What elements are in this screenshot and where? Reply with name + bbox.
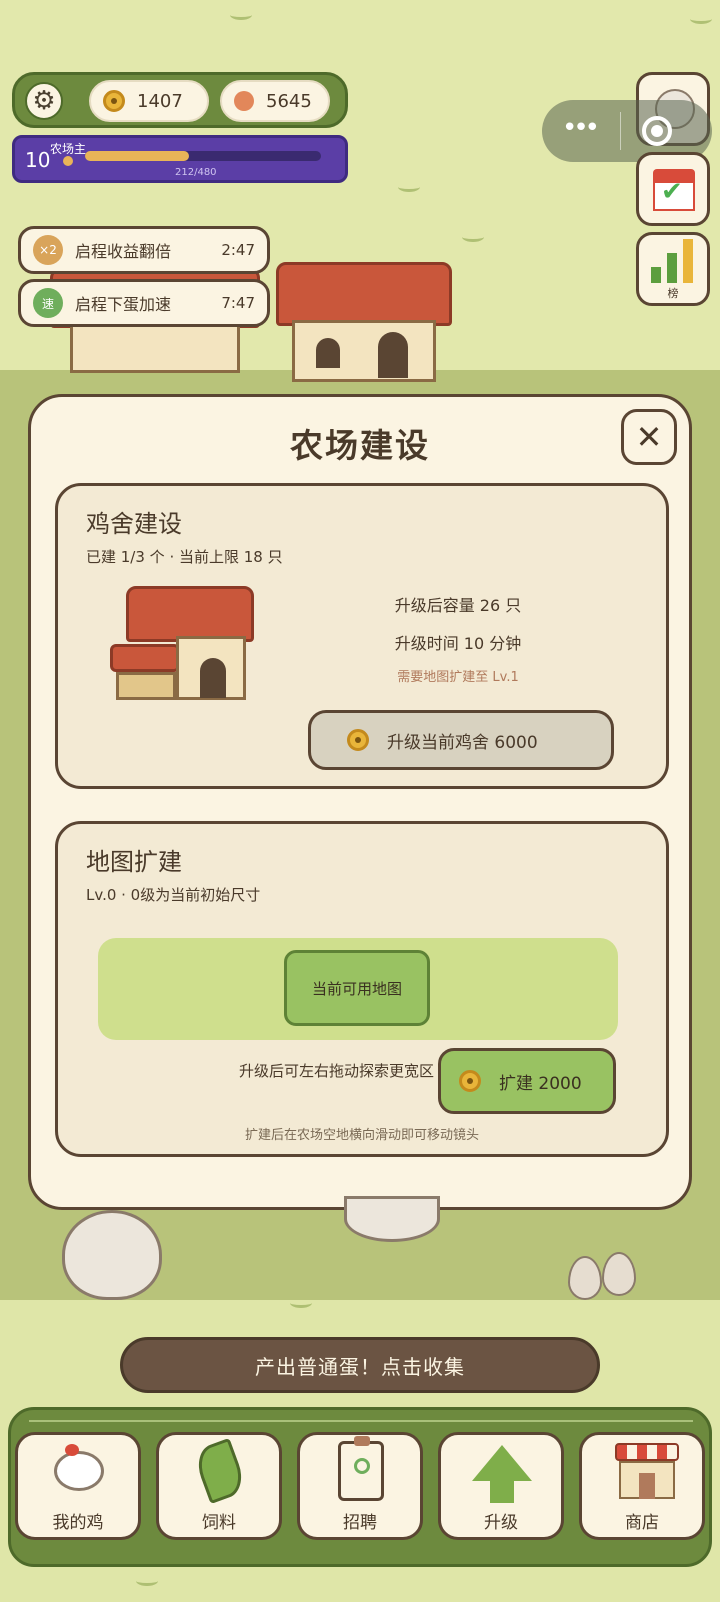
coin-icon <box>459 1070 481 1092</box>
coin-icon <box>103 90 125 112</box>
xp-dot-icon <box>63 156 73 166</box>
nav-label: 商店 <box>625 1513 659 1533</box>
gem-icon <box>234 91 254 111</box>
speed-badge-icon: 速 <box>33 288 63 318</box>
level-number: 10 <box>25 148 51 172</box>
badge-icon <box>333 1436 389 1501</box>
buff-label: 启程下蛋加速 <box>75 295 172 314</box>
card-heading: 地图扩建 <box>86 848 182 876</box>
coop-illustration <box>110 586 260 706</box>
grass-decoration <box>462 232 484 242</box>
leaderboard-label: 榜 <box>667 287 679 300</box>
level-title: 农场主 <box>50 142 87 156</box>
buff-double-income[interactable]: ×2 启程收益翻倍 2:47 <box>18 226 270 274</box>
coin-counter: 1407 <box>89 80 209 122</box>
gem-amount: 5645 <box>266 90 312 112</box>
upgrade-time: 升级时间 10 分钟 <box>394 634 522 653</box>
xp-text: 212/480 <box>175 167 217 178</box>
check-icon: ✔ <box>661 177 683 207</box>
background-coop[interactable] <box>276 262 452 392</box>
farm-build-dialog: 农场建设 ✕ 鸡舍建设 已建 1/3 个 · 当前上限 18 只 升级后容量 2… <box>28 394 692 1210</box>
map-preview: 当前可用地图 <box>98 938 618 1040</box>
buff-speed-laying[interactable]: 速 启程下蛋加速 7:47 <box>18 279 270 327</box>
upgrade-requirement: 需要地图扩建至 Lv.1 <box>397 670 519 685</box>
expand-map-button[interactable]: 扩建 2000 <box>438 1048 616 1114</box>
xp-progress-track <box>85 151 321 161</box>
rank-bar-icon <box>651 267 661 283</box>
nav-my-chickens[interactable]: 我的鸡 <box>15 1432 141 1540</box>
nav-label: 饲料 <box>202 1513 236 1533</box>
nav-label: 招聘 <box>343 1513 377 1533</box>
coin-amount: 1407 <box>137 90 183 112</box>
chicken[interactable] <box>62 1210 162 1300</box>
leaderboard-button[interactable]: 榜 <box>636 232 710 306</box>
bottom-nav: 我的鸡 饲料 招聘 升级 商店 <box>8 1407 712 1567</box>
nav-label: 升级 <box>484 1513 518 1533</box>
coin-icon <box>347 729 369 751</box>
expand-hint: 升级后可左右拖动探索更宽区 <box>238 1062 434 1080</box>
nav-label: 我的鸡 <box>52 1513 104 1533</box>
map-expand-card: 地图扩建 Lv.0 · 0级为当前初始尺寸 当前可用地图 升级后可左右拖动探索更… <box>55 821 669 1157</box>
grass-decoration <box>290 1298 312 1308</box>
nav-divider <box>29 1420 693 1422</box>
chicken-icon <box>51 1443 107 1499</box>
expand-footnote: 扩建后在农场空地横向滑动即可移动镜头 <box>244 1128 479 1143</box>
buff-label: 启程收益翻倍 <box>75 242 172 261</box>
daily-checkin-button[interactable]: ✔ <box>636 152 710 226</box>
close-miniprogram-icon[interactable] <box>642 116 672 146</box>
coop-build-card: 鸡舍建设 已建 1/3 个 · 当前上限 18 只 升级后容量 26 只 升级时… <box>55 483 669 789</box>
nav-shop[interactable]: 商店 <box>579 1432 705 1540</box>
close-button[interactable]: ✕ <box>621 409 677 465</box>
egg-icon[interactable] <box>602 1252 636 1296</box>
nav-upgrade[interactable]: 升级 <box>438 1432 564 1540</box>
grass-decoration <box>136 1576 158 1586</box>
xp-progress-fill <box>85 151 189 161</box>
capacity-after-upgrade: 升级后容量 26 只 <box>394 596 522 615</box>
card-heading: 鸡舍建设 <box>86 510 182 538</box>
grass-decoration <box>398 182 420 192</box>
resource-bar: ⚙ 1407 5645 <box>12 72 348 128</box>
nav-feed[interactable]: 饲料 <box>156 1432 282 1540</box>
grass-decoration <box>690 14 712 24</box>
dialog-title: 农场建设 <box>290 426 430 465</box>
nav-recruit[interactable]: 招聘 <box>297 1432 423 1540</box>
settings-gear-icon[interactable]: ⚙ <box>25 82 63 120</box>
egg-icon[interactable] <box>568 1256 602 1300</box>
collect-eggs-button[interactable]: 产出普通蛋！点击收集 <box>120 1337 600 1393</box>
rank-bar-icon <box>683 239 693 283</box>
arrow-up-icon <box>472 1443 532 1503</box>
gem-counter: 5645 <box>220 80 330 122</box>
capsule-divider <box>620 112 621 150</box>
map-summary: Lv.0 · 0级为当前初始尺寸 <box>86 886 261 904</box>
shop-icon <box>615 1443 679 1499</box>
buff-timer: 7:47 <box>221 294 255 312</box>
rank-bar-icon <box>667 253 677 283</box>
current-map-area: 当前可用地图 <box>284 950 430 1026</box>
upgrade-coop-label: 升级当前鸡舍 6000 <box>387 732 538 753</box>
level-bar: 10 农场主 212/480 <box>12 135 348 183</box>
upgrade-coop-button[interactable]: 升级当前鸡舍 6000 <box>308 710 614 770</box>
chicken[interactable] <box>344 1196 440 1242</box>
leaf-icon <box>191 1437 249 1505</box>
multiplier-badge-icon: ×2 <box>33 235 63 265</box>
grass-decoration <box>230 10 252 20</box>
expand-map-label: 扩建 2000 <box>499 1073 582 1094</box>
more-menu-icon[interactable]: ••• <box>562 115 600 141</box>
buff-timer: 2:47 <box>221 241 255 259</box>
coop-summary: 已建 1/3 个 · 当前上限 18 只 <box>86 548 283 566</box>
